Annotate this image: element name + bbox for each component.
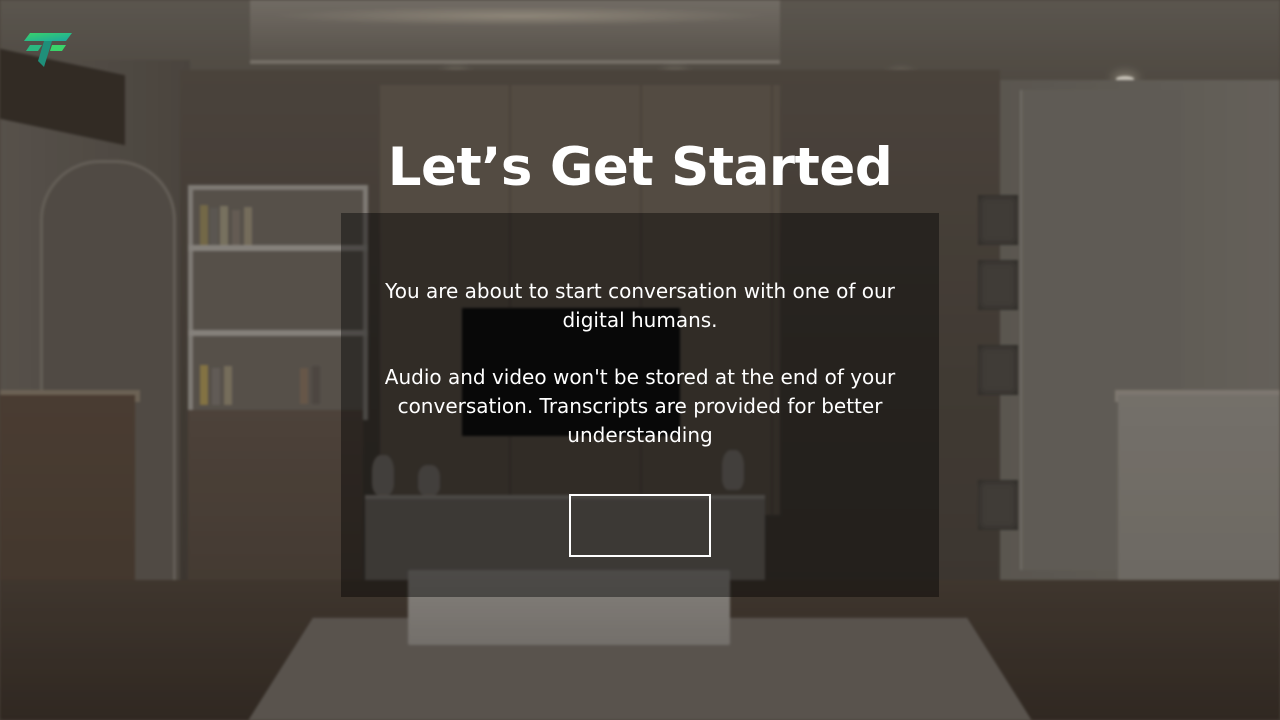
start-button[interactable]	[569, 494, 711, 557]
page-title: Let’s Get Started	[387, 137, 893, 198]
intro-message: You are about to start conversation with…	[385, 279, 895, 332]
privacy-message: Audio and video won't be stored at the e…	[384, 365, 896, 447]
brand-logo-icon	[22, 27, 76, 71]
intro-panel: You are about to start conversation with…	[341, 213, 939, 597]
